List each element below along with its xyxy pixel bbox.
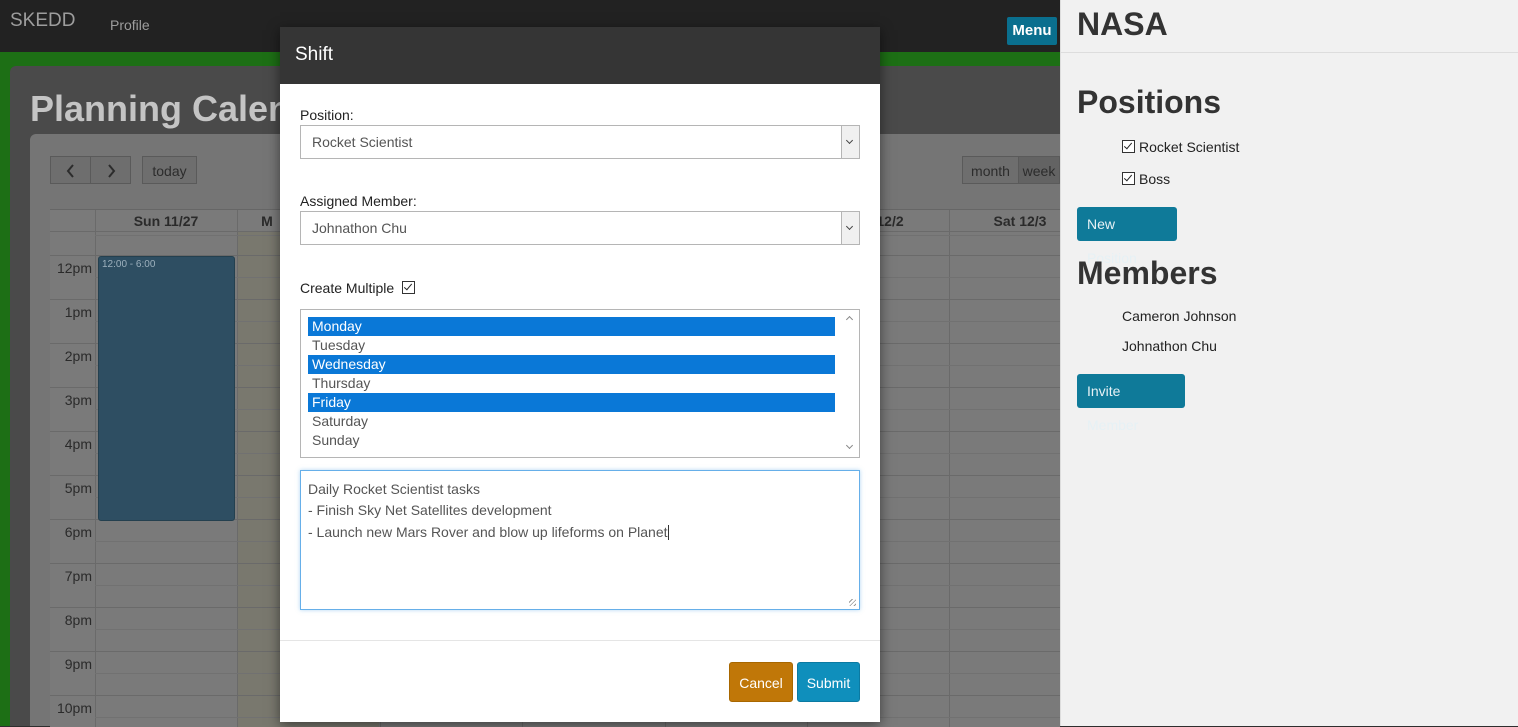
position-item: Rocket Scientist xyxy=(1122,139,1239,155)
days-multiselect[interactable]: Monday Tuesday Wednesday Thursday Friday… xyxy=(300,309,860,458)
positions-heading: Positions xyxy=(1077,84,1222,120)
time-label: 2pm xyxy=(64,348,92,364)
chevron-left-icon xyxy=(66,164,74,178)
invite-member-button[interactable]: Invite Member xyxy=(1077,374,1185,433)
notes-line: - Launch new Mars Rover and blow up life… xyxy=(308,524,669,540)
day-option-wednesday[interactable]: Wednesday xyxy=(308,355,835,374)
position-item: Boss xyxy=(1122,171,1170,187)
checkbox-icon[interactable] xyxy=(1122,140,1135,153)
time-label: 6pm xyxy=(64,524,92,540)
next-button[interactable] xyxy=(90,156,131,184)
grid-line xyxy=(95,210,96,727)
day-option-tuesday[interactable]: Tuesday xyxy=(308,336,835,355)
day-header: Sun 11/27 xyxy=(133,213,199,229)
time-label: 3pm xyxy=(64,392,92,408)
new-position-button[interactable]: New Position xyxy=(1077,207,1177,266)
notes-textarea[interactable]: Daily Rocket Scientist tasks - Finish Sk… xyxy=(300,470,860,610)
day-option-thursday[interactable]: Thursday xyxy=(308,374,835,393)
time-label: 5pm xyxy=(64,480,92,496)
resize-handle-icon[interactable] xyxy=(849,599,856,606)
create-multiple-row: Create Multiple xyxy=(300,280,419,296)
week-view-button[interactable]: week xyxy=(1018,156,1060,184)
notes-line: Daily Rocket Scientist tasks xyxy=(308,481,480,497)
day-header: Sat 12/3 xyxy=(993,213,1047,229)
modal-footer-divider xyxy=(280,640,880,641)
time-label: 9pm xyxy=(64,656,92,672)
sidebar: NASA Positions Rocket Scientist Boss New… xyxy=(1060,0,1518,726)
assigned-member-label: Assigned Member: xyxy=(300,193,417,209)
time-label: 10pm xyxy=(56,700,92,716)
notes-line-text: - Launch new Mars Rover and blow up life… xyxy=(308,524,668,540)
time-label: 4pm xyxy=(64,436,92,452)
position-select[interactable]: Rocket Scientist xyxy=(300,125,860,159)
day-option-monday[interactable]: Monday xyxy=(308,317,835,336)
create-multiple-checkbox[interactable] xyxy=(402,281,416,294)
grid-line xyxy=(237,210,238,727)
members-heading: Members xyxy=(1077,255,1218,291)
modal-title: Shift xyxy=(295,44,334,65)
day-option-sunday[interactable]: Sunday xyxy=(308,431,835,450)
scroll-up-icon[interactable] xyxy=(845,315,854,324)
event-time: 12:00 - 6:00 xyxy=(102,259,156,270)
scroll-down-icon[interactable] xyxy=(845,441,854,450)
profile-link[interactable]: Profile xyxy=(110,17,150,33)
brand-logo[interactable]: SKEDD xyxy=(10,10,75,32)
submit-button[interactable]: Submit xyxy=(797,662,860,702)
chevron-down-icon[interactable] xyxy=(841,212,859,244)
chevron-down-icon[interactable] xyxy=(841,126,859,158)
assigned-member-select[interactable]: Johnathon Chu xyxy=(300,211,860,245)
menu-button[interactable]: Menu xyxy=(1007,17,1057,45)
modal-header: Shift xyxy=(280,27,880,84)
position-label: Rocket Scientist xyxy=(1139,139,1240,155)
prev-button[interactable] xyxy=(50,156,91,184)
time-label: 1pm xyxy=(64,304,92,320)
notes-line: - Finish Sky Net Satellites development xyxy=(308,502,552,518)
today-button[interactable]: today xyxy=(142,156,197,184)
member-item: Cameron Johnson xyxy=(1122,308,1237,324)
divider xyxy=(1061,52,1518,53)
member-item: Johnathon Chu xyxy=(1122,338,1217,354)
org-name: NASA xyxy=(1077,6,1168,42)
time-label: 8pm xyxy=(64,612,92,628)
checkbox-icon[interactable] xyxy=(1122,172,1135,185)
assigned-member-value: Johnathon Chu xyxy=(312,220,407,236)
calendar-event[interactable]: 12:00 - 6:00 xyxy=(98,256,235,521)
month-view-button[interactable]: month xyxy=(962,156,1019,184)
day-option-saturday[interactable]: Saturday xyxy=(308,412,835,431)
shift-modal: Shift Position: Rocket Scientist Assigne… xyxy=(280,27,880,722)
cancel-button[interactable]: Cancel xyxy=(729,662,793,702)
create-multiple-label: Create Multiple xyxy=(300,280,395,296)
chevron-right-icon xyxy=(107,164,115,178)
listbox-scrollbar[interactable] xyxy=(842,310,859,457)
time-label: 12pm xyxy=(56,260,92,276)
position-select-value: Rocket Scientist xyxy=(312,134,413,150)
text-caret xyxy=(667,525,669,540)
position-label: Position: xyxy=(300,107,354,123)
grid-line xyxy=(949,210,950,727)
day-option-friday[interactable]: Friday xyxy=(308,393,835,412)
position-label: Boss xyxy=(1139,171,1171,187)
time-label: 7pm xyxy=(64,568,92,584)
